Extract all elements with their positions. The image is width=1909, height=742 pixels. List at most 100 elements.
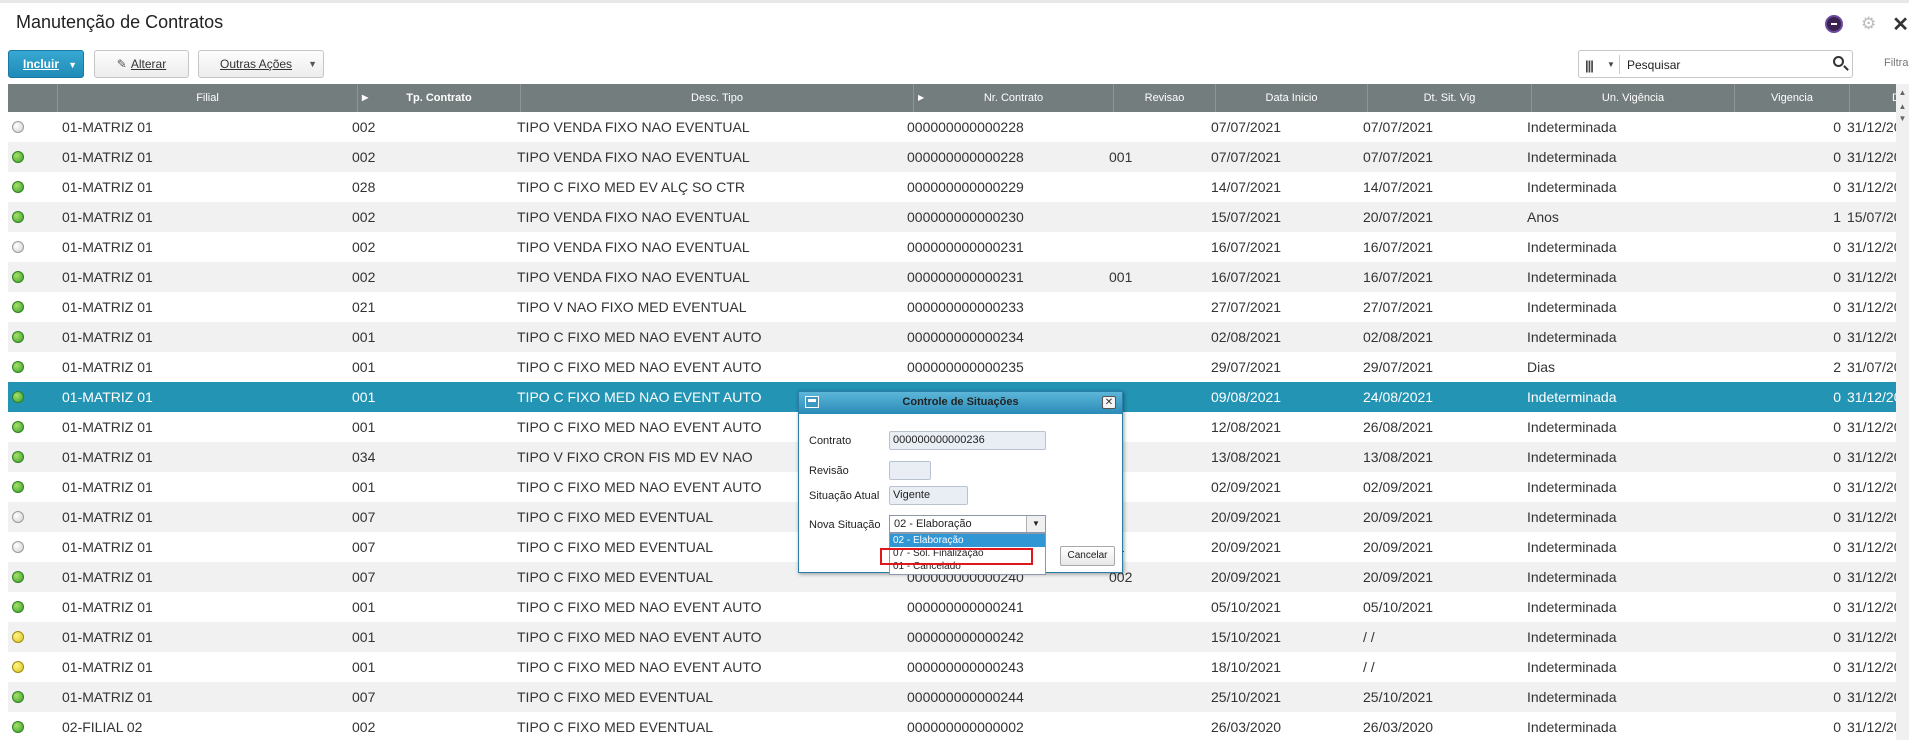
table-row[interactable]: 01-MATRIZ 01 002 TIPO VENDA FIXO NAO EVENT… [8, 232, 1909, 262]
cell-data-inicio: 18/10/2021 [1211, 659, 1282, 675]
search-icon[interactable] [1833, 56, 1844, 67]
cell-nr-contrato: 000000000000243 [907, 659, 1024, 675]
cell-vigencia: 0 [1833, 629, 1841, 645]
cell-revisao [1109, 322, 1209, 352]
status-green-icon [12, 721, 24, 733]
table-row[interactable]: 01-MATRIZ 01 001 TIPO C FIXO MED NAO EVENT… [8, 652, 1909, 682]
cell-tp-contrato: 001 [352, 329, 376, 345]
table-row[interactable]: 01-MATRIZ 01 028 TIPO C FIXO MED EV ALÇ SO… [8, 172, 1909, 202]
table-row[interactable]: 01-MATRIZ 01 001 TIPO C FIXO MED NAO EVENT… [8, 322, 1909, 352]
table-row[interactable]: 02-FILIAL 02 002 TIPO C FIXO MED EVENTUAL 0… [8, 712, 1909, 742]
cell-desc-tipo: TIPO VENDA FIXO NAO EVENTUAL [517, 149, 750, 165]
status-green-icon [12, 391, 24, 403]
table-row[interactable]: 01-MATRIZ 01 001 TIPO C FIXO MED NAO EVENT… [8, 592, 1909, 622]
dialog-titlebar: Controle de Situações ✕ [799, 392, 1122, 414]
gear-icon[interactable]: ⚙ [1861, 14, 1876, 34]
scroll-up-icon[interactable]: ▲ [1897, 88, 1908, 98]
header-vigencia[interactable]: Vigencia [1735, 84, 1850, 112]
search-input[interactable] [1625, 54, 1829, 76]
table-row[interactable]: 01-MATRIZ 01 001 TIPO C FIXO MED NAO EVENT… [8, 352, 1909, 382]
cell-data-inicio: 02/08/2021 [1211, 329, 1282, 345]
header-revisao[interactable]: Revisao [1114, 84, 1216, 112]
cell-un-vigencia: Indeterminada [1527, 689, 1617, 705]
sort-marker-icon: ▶ [362, 93, 369, 102]
table-row[interactable]: 01-MATRIZ 01 002 TIPO VENDA FIXO NAO EVENT… [8, 112, 1909, 142]
chevron-down-icon[interactable]: ▼ [1026, 516, 1045, 532]
status-green-icon [12, 481, 24, 493]
header-nr-contrato[interactable]: ▶ Nr. Contrato [914, 84, 1114, 112]
cell-revisao [1109, 622, 1209, 652]
cell-filial: 01-MATRIZ 01 [62, 479, 153, 495]
cell-nr-contrato: 000000000000234 [907, 329, 1024, 345]
situacao-atual-field[interactable]: Vigente [889, 486, 968, 505]
cell-data-inicio: 07/07/2021 [1211, 119, 1282, 135]
vertical-scrollbar[interactable]: ▲ ▲ ▼ [1896, 84, 1909, 740]
scroll-up-icon[interactable]: ▲ [1897, 102, 1908, 112]
cell-desc-tipo: TIPO VENDA FIXO NAO EVENTUAL [517, 269, 750, 285]
option-elaboracao[interactable]: 02 - Elaboração [890, 534, 1045, 547]
cell-dt-sit-vig: / / [1363, 659, 1375, 675]
cell-data-inicio: 07/07/2021 [1211, 149, 1282, 165]
table-row[interactable]: 01-MATRIZ 01 002 TIPO VENDA FIXO NAO EVENT… [8, 202, 1909, 232]
header-tp-contrato[interactable]: ▶ Tp. Contrato [358, 84, 521, 112]
contrato-field[interactable]: 000000000000236 [889, 431, 1046, 450]
cell-un-vigencia: Indeterminada [1527, 449, 1617, 465]
cell-dt-sit-vig: 24/08/2021 [1363, 389, 1434, 405]
cell-tp-contrato: 001 [352, 479, 376, 495]
cell-data-inicio: 20/09/2021 [1211, 539, 1282, 555]
alterar-button[interactable]: ✎ Alterar [94, 50, 189, 78]
cell-dt-sit-vig: 07/07/2021 [1363, 149, 1434, 165]
chevron-down-icon[interactable]: ▼ [1607, 60, 1615, 69]
nova-situacao-select[interactable]: 02 - Elaboração ▼ [889, 515, 1046, 533]
status-white-icon [12, 511, 24, 523]
filtrar-link[interactable]: Filtrar [1884, 57, 1909, 69]
header-data-inicio[interactable]: Data Inicio [1216, 84, 1368, 112]
cell-filial: 01-MATRIZ 01 [62, 599, 153, 615]
cell-tp-contrato: 034 [352, 449, 376, 465]
close-icon[interactable]: ✕ [1892, 12, 1909, 37]
status-yellow-icon [12, 631, 24, 643]
table-row[interactable]: 01-MATRIZ 01 002 TIPO VENDA FIXO NAO EVENT… [8, 142, 1909, 172]
table-row[interactable]: 01-MATRIZ 01 007 TIPO C FIXO MED EVENTUAL 0… [8, 682, 1909, 712]
table-row[interactable]: 01-MATRIZ 01 001 TIPO C FIXO MED NAO EVENT… [8, 622, 1909, 652]
controle-situacoes-dialog: Controle de Situações ✕ Contrato 0000000… [798, 391, 1123, 575]
cell-revisao [1109, 472, 1209, 502]
cell-vigencia: 0 [1833, 539, 1841, 555]
cell-revisao [1109, 652, 1209, 682]
status-green-icon [12, 331, 24, 343]
cancelar-button[interactable]: Cancelar [1060, 546, 1115, 566]
incluir-button[interactable]: Incluir ▼ [8, 50, 84, 78]
table-row[interactable]: 01-MATRIZ 01 002 TIPO VENDA FIXO NAO EVENT… [8, 262, 1909, 292]
cell-tp-contrato: 001 [352, 599, 376, 615]
cell-vigencia: 0 [1833, 179, 1841, 195]
status-white-icon [12, 241, 24, 253]
header-dt-sit-vig[interactable]: Dt. Sit. Vig [1368, 84, 1532, 112]
columns-icon[interactable]: ||| [1585, 58, 1594, 73]
cell-un-vigencia: Indeterminada [1527, 239, 1617, 255]
scroll-down-icon[interactable]: ▼ [1897, 114, 1908, 124]
cell-desc-tipo: TIPO VENDA FIXO NAO EVENTUAL [517, 119, 750, 135]
header-filial[interactable]: Filial [58, 84, 358, 112]
cell-data-inicio: 16/07/2021 [1211, 239, 1282, 255]
revisao-field[interactable] [889, 461, 931, 480]
cell-dt-sit-vig: 16/07/2021 [1363, 239, 1434, 255]
outras-acoes-button[interactable]: Outras Ações ▼ [198, 50, 324, 78]
header-status[interactable] [8, 84, 58, 112]
cell-revisao [1109, 442, 1209, 472]
status-green-icon [12, 451, 24, 463]
chevron-down-icon[interactable]: ▼ [68, 60, 77, 70]
cell-revisao [1109, 202, 1209, 232]
cell-filial: 01-MATRIZ 01 [62, 629, 153, 645]
user-menu-icon[interactable] [1824, 15, 1843, 33]
cell-dt-sit-vig: 26/03/2020 [1363, 719, 1434, 735]
cell-dt-sit-vig: 13/08/2021 [1363, 449, 1434, 465]
header-un-vigencia[interactable]: Un. Vigência [1532, 84, 1735, 112]
cell-nr-contrato: 000000000000228 [907, 149, 1024, 165]
close-icon[interactable]: ✕ [1102, 396, 1116, 409]
cell-un-vigencia: Indeterminada [1527, 719, 1617, 735]
cell-desc-tipo: TIPO C FIXO MED EV ALÇ SO CTR [517, 179, 745, 195]
header-desc-tipo[interactable]: Desc. Tipo [521, 84, 914, 112]
table-row[interactable]: 01-MATRIZ 01 021 TIPO V NAO FIXO MED EVENT… [8, 292, 1909, 322]
cell-desc-tipo: TIPO VENDA FIXO NAO EVENTUAL [517, 209, 750, 225]
status-green-icon [12, 151, 24, 163]
